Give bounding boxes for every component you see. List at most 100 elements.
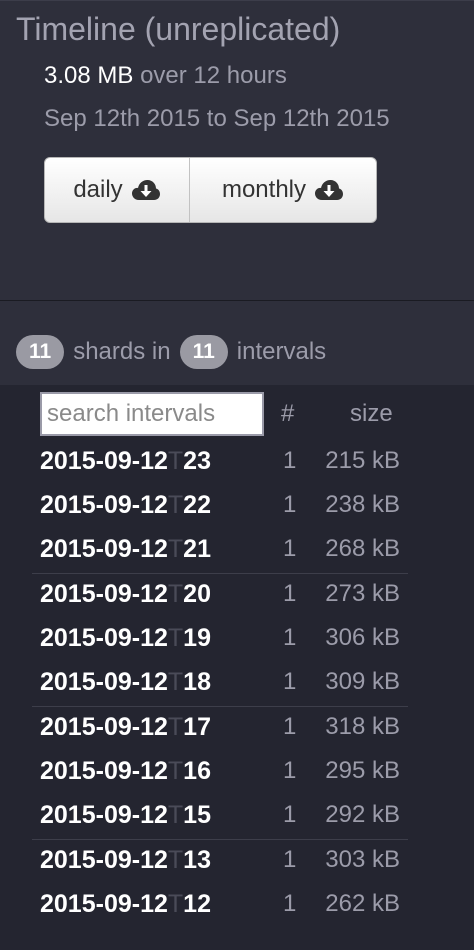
interval-size: 303 kB	[325, 846, 400, 873]
table-row[interactable]: 2015-09-12T19 1 306 kB	[0, 618, 474, 662]
shard-count: 1	[283, 890, 297, 917]
table-row[interactable]: 2015-09-12T22 1 238 kB	[0, 485, 474, 529]
interval-date: 2015-09-12	[40, 491, 168, 519]
interval-date: 2015-09-12	[40, 447, 168, 475]
interval-size: 238 kB	[325, 491, 400, 518]
interval-date: 2015-09-12	[40, 801, 168, 829]
interval-name: 2015-09-12T12	[40, 890, 211, 919]
interval-hour: 20	[183, 580, 211, 608]
interval-size: 273 kB	[325, 580, 400, 607]
interval-separator: T	[167, 535, 184, 563]
shard-count: 1	[283, 668, 297, 695]
duration: over 12 hours	[140, 62, 287, 89]
interval-name: 2015-09-12T22	[40, 491, 211, 520]
shard-count: 1	[283, 491, 297, 518]
shard-count: 1	[283, 580, 297, 607]
daily-download-label: daily	[73, 176, 123, 203]
interval-name: 2015-09-12T17	[40, 713, 211, 742]
shard-count: 1	[283, 624, 297, 651]
interval-separator: T	[167, 624, 184, 652]
interval-name: 2015-09-12T20	[40, 580, 211, 609]
table-row[interactable]: 2015-09-12T17 1 318 kB	[0, 707, 474, 751]
table-row[interactable]: 2015-09-12T21 1 268 kB	[0, 529, 474, 573]
interval-hour: 19	[183, 624, 211, 652]
interval-size: 292 kB	[325, 801, 400, 828]
interval-hour: 17	[183, 713, 211, 741]
interval-date: 2015-09-12	[40, 757, 168, 785]
size-summary: 3.08 MB over 12 hours	[44, 62, 287, 90]
table-row[interactable]: 2015-09-12T16 1 295 kB	[0, 751, 474, 795]
shards-text: shards in	[73, 338, 171, 365]
interval-separator: T	[167, 757, 184, 785]
search-intervals-input[interactable]	[40, 392, 264, 436]
shard-summary: 11 shards in 11 intervals	[0, 301, 474, 385]
column-header-count: #	[281, 400, 295, 427]
date-range: Sep 12th 2015 to Sep 12th 2015	[44, 105, 390, 132]
shard-count-badge: 11	[16, 335, 65, 369]
daily-download-button[interactable]: daily	[45, 158, 190, 222]
interval-size: 268 kB	[325, 535, 400, 562]
interval-name: 2015-09-12T21	[40, 535, 211, 564]
monthly-download-label: monthly	[221, 176, 307, 203]
page-title: Timeline (unreplicated)	[16, 11, 341, 47]
shard-count: 1	[283, 713, 297, 740]
shard-count: 1	[283, 757, 297, 784]
interval-size: 295 kB	[325, 757, 400, 784]
interval-date: 2015-09-12	[40, 713, 168, 741]
table-row[interactable]: 2015-09-12T12 1 262 kB	[0, 884, 474, 928]
interval-name: 2015-09-12T23	[40, 447, 211, 476]
intervals-text: intervals	[236, 338, 327, 365]
interval-rows: 2015-09-12T23 1 215 kB 2015-09-12T22 1 238 kB…	[0, 441, 474, 928]
interval-hour: 21	[183, 535, 211, 563]
interval-hour: 16	[183, 757, 211, 785]
interval-size: 215 kB	[325, 447, 400, 474]
shard-count: 1	[283, 535, 297, 562]
monthly-download-button[interactable]: monthly	[190, 158, 376, 222]
interval-name: 2015-09-12T13	[40, 846, 211, 875]
interval-hour: 15	[183, 801, 211, 829]
interval-date: 2015-09-12	[40, 535, 168, 563]
interval-separator: T	[167, 801, 184, 829]
shard-count: 1	[283, 801, 297, 828]
cloud-download-icon	[315, 180, 344, 200]
table-row[interactable]: 2015-09-12T20 1 273 kB	[0, 574, 474, 618]
interval-size: 306 kB	[325, 624, 400, 651]
interval-name: 2015-09-12T15	[40, 801, 211, 830]
table-row[interactable]: 2015-09-12T23 1 215 kB	[0, 441, 474, 485]
interval-hour: 22	[183, 491, 211, 519]
cloud-download-icon	[131, 180, 160, 200]
table-row[interactable]: 2015-09-12T13 1 303 kB	[0, 840, 474, 884]
interval-table: # size 2015-09-12T231215 kB2015-09-12T22…	[0, 386, 474, 950]
interval-name: 2015-09-12T16	[40, 757, 211, 786]
shard-count: 1	[283, 846, 297, 873]
interval-date: 2015-09-12	[40, 890, 168, 918]
interval-date: 2015-09-12	[40, 624, 168, 652]
table-row[interactable]: 2015-09-12T15 1 292 kB	[0, 795, 474, 839]
interval-hour: 12	[183, 890, 211, 918]
shard-count: 1	[283, 447, 297, 474]
table-row[interactable]: 2015-09-12T18 1 309 kB	[0, 662, 474, 706]
total-size: 3.08 MB	[44, 62, 134, 89]
interval-separator: T	[167, 580, 184, 608]
interval-date: 2015-09-12	[40, 846, 168, 874]
interval-separator: T	[167, 890, 184, 918]
interval-separator: T	[167, 668, 184, 696]
interval-separator: T	[167, 846, 184, 874]
interval-size: 309 kB	[325, 668, 400, 695]
column-header-size: size	[350, 400, 393, 427]
interval-date: 2015-09-12	[40, 668, 168, 696]
interval-name: 2015-09-12T18	[40, 668, 211, 697]
download-button-group: daily monthly	[44, 157, 377, 223]
interval-size: 318 kB	[325, 713, 400, 740]
timeline-header-panel: Timeline (unreplicated) 3.08 MB over 12 …	[0, 0, 474, 301]
interval-count-badge: 11	[179, 335, 228, 369]
interval-separator: T	[167, 447, 184, 475]
interval-hour: 13	[183, 846, 211, 874]
interval-date: 2015-09-12	[40, 580, 168, 608]
interval-size: 262 kB	[325, 890, 400, 917]
interval-hour: 23	[183, 447, 211, 475]
interval-separator: T	[167, 491, 184, 519]
interval-name: 2015-09-12T19	[40, 624, 211, 653]
interval-hour: 18	[183, 668, 211, 696]
interval-separator: T	[167, 713, 184, 741]
